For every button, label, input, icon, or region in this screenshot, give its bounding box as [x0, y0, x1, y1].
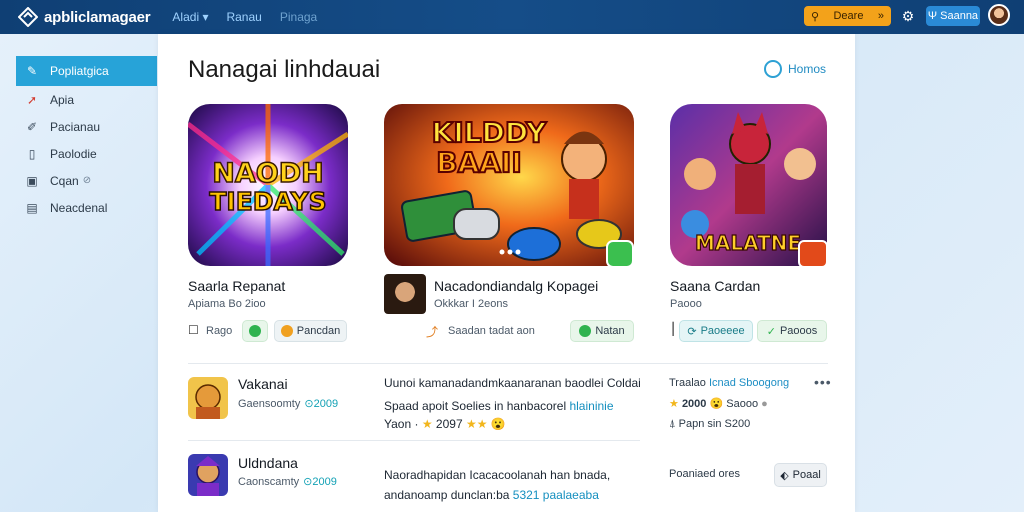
- list-thumbnail[interactable]: [188, 377, 228, 419]
- sidebar-item-paolodie[interactable]: ▯ Paolodie: [16, 140, 157, 167]
- sidebar-item-cqan[interactable]: ▣ Cqan ⊘: [16, 167, 157, 194]
- search-button[interactable]: ⚲ Deare »: [804, 6, 891, 26]
- sidebar-item-popliatgica[interactable]: ✎ Popliatgica: [16, 56, 157, 86]
- home-link[interactable]: Homos: [764, 60, 826, 78]
- arrow-icon: ➚: [26, 92, 38, 107]
- avatar[interactable]: [988, 4, 1010, 26]
- app-subtitle: Apiama Bo 2ioo: [188, 298, 266, 310]
- sidebar-item-neacdenal[interactable]: ▤ Neacdenal: [16, 194, 157, 221]
- search-icon: ⚲: [811, 10, 820, 23]
- main-panel: Nanagai linhdauai Homos NAODH TIEDAYS Sa…: [158, 34, 855, 512]
- svg-text:BAAII: BAAII: [436, 146, 522, 179]
- app-name[interactable]: Saarla Repanat: [188, 278, 285, 294]
- list-item-description: Spaad apoit Soelies in hanbacorel hlaini…: [384, 399, 614, 413]
- section-heading: Traalao Icnad Sboogong: [669, 377, 790, 389]
- gear-icon[interactable]: ⚙: [900, 8, 916, 24]
- share-icon[interactable]: ⤴: [426, 323, 438, 340]
- calendar-icon: ▣: [26, 173, 38, 188]
- svg-text:MALATNE: MALATNE: [695, 231, 801, 255]
- pencil-icon: ✎: [26, 64, 38, 78]
- brand-name: apbliclamagaer: [44, 8, 151, 26]
- sidebar-item-apia[interactable]: ➚ Apia: [16, 86, 157, 113]
- emoji-icon: 😮: [490, 417, 506, 431]
- install-chip[interactable]: Natan: [570, 320, 634, 342]
- developer-avatar[interactable]: [384, 274, 426, 314]
- pin-icon: ⍋: [669, 418, 676, 430]
- stat-row: ★ 2000 😮 Saooo ●: [669, 398, 768, 410]
- coin-icon: [280, 325, 293, 337]
- app-subtitle: Paooo: [670, 298, 702, 310]
- home-icon: [764, 60, 782, 78]
- edit-icon: ✐: [26, 119, 38, 134]
- featured-subtitle: Okkkar I 2eons: [434, 298, 508, 310]
- nav-item[interactable]: Ranau: [226, 10, 261, 24]
- featured-badge-icon: [606, 240, 634, 268]
- svg-text:TIEDAYS: TIEDAYS: [209, 187, 326, 216]
- nav-item[interactable]: Pinaga: [280, 10, 317, 24]
- sidebar: ✎ Popliatgica ➚ Apia ✐ Pacianau ▯ Paolod…: [16, 56, 157, 221]
- user-menu-button[interactable]: Ψ Saanna: [926, 6, 980, 26]
- table-icon: ▤: [26, 200, 38, 215]
- action-chip[interactable]: ⟳ Paoeeee: [679, 320, 753, 342]
- location-icon: ⬖: [780, 469, 789, 482]
- refresh-icon: ⟳: [687, 325, 697, 338]
- stat-row: ⍋ Papn sin S200: [669, 418, 751, 430]
- chevron-icon: »: [877, 10, 884, 22]
- list-item-description: Naoradhapidan Icacacoolanah han bnada,: [384, 468, 611, 482]
- list-item-sub: Caonscamty ⊙2009: [238, 476, 337, 488]
- app-thumbnail[interactable]: NAODH TIEDAYS: [188, 104, 348, 266]
- list-item-description: andanoamp dunclan:ba 5321 paalaeaba: [384, 488, 599, 502]
- list-item-description: Uunoi kamanadandmkaanaranan baodlei Cold…: [384, 376, 641, 390]
- list-item-rating: Yaon · ★ 2097 ★★ 😮: [384, 417, 506, 431]
- list-item-name[interactable]: Vakanai: [238, 376, 288, 392]
- divider: [188, 440, 640, 441]
- featured-thumbnail[interactable]: KILDDY BAAII: [384, 104, 634, 266]
- nav-item[interactable]: Aladi ▾: [172, 10, 208, 24]
- status-dot-icon: [249, 325, 261, 337]
- status-chip[interactable]: [242, 320, 268, 342]
- svg-text:NAODH: NAODH: [212, 158, 323, 189]
- top-bar: apbliclamagaer Aladi ▾ Ranau Pinaga ⚲ De…: [0, 0, 1024, 34]
- tag-label: Rago: [206, 325, 233, 337]
- action-chip[interactable]: ✓ Paooos: [757, 320, 827, 342]
- check-icon: ✓: [766, 325, 776, 338]
- badge-chip[interactable]: Pancdan: [274, 320, 347, 342]
- featured-meta: Saadan tadat aon: [448, 325, 535, 337]
- list-item-name[interactable]: Uldndana: [238, 455, 298, 471]
- logo-icon: [18, 7, 38, 27]
- emoji-icon: 😮: [709, 398, 724, 410]
- divider: [188, 363, 828, 364]
- list-thumbnail[interactable]: [188, 454, 228, 496]
- status-dot-icon: [579, 325, 592, 337]
- page-title: Nanagai linhdauai: [188, 56, 381, 83]
- user-icon: Ψ: [927, 10, 938, 22]
- brand-logo[interactable]: apbliclamagaer: [18, 7, 151, 27]
- list-item-sub: Gaensoomty ⊙2009: [238, 398, 339, 410]
- hot-badge-icon: [798, 240, 828, 268]
- sidebar-item-pacianau[interactable]: ✐ Pacianau: [16, 113, 157, 140]
- pin-icon[interactable]: ⎮: [670, 322, 676, 336]
- bookmark-icon[interactable]: ☐: [188, 323, 199, 337]
- svg-text:KILDDY: KILDDY: [432, 116, 547, 149]
- document-icon: ▯: [28, 146, 36, 161]
- list-item-meta: Poaniaed ores: [669, 468, 740, 480]
- more-icon[interactable]: •••: [814, 374, 832, 390]
- action-button[interactable]: ⬖ Poaal: [774, 463, 827, 487]
- app-name[interactable]: Saana Cardan: [670, 278, 760, 294]
- top-nav: Aladi ▾ Ranau Pinaga: [172, 10, 317, 24]
- featured-name[interactable]: Nacadondiandalg Kopagei: [434, 278, 598, 294]
